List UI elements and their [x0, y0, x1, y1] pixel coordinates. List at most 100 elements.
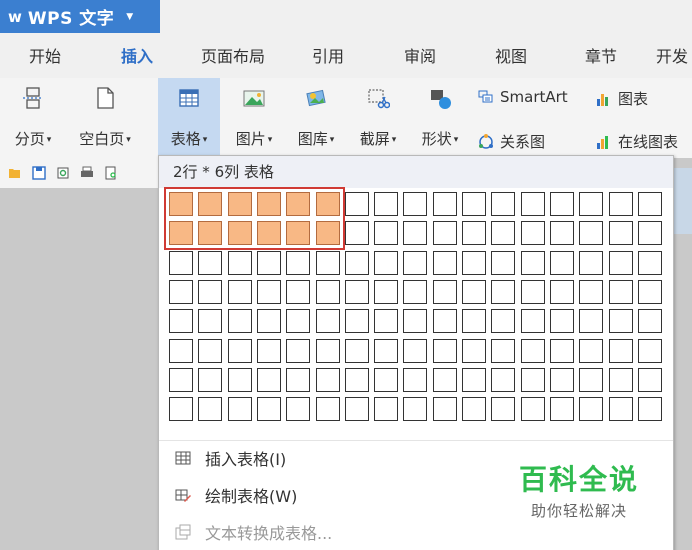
table-grid-cell[interactable]: [608, 279, 633, 304]
preview-icon[interactable]: [104, 166, 118, 180]
table-grid-cell[interactable]: [315, 397, 340, 422]
table-grid-cell[interactable]: [374, 397, 399, 422]
table-grid-cell[interactable]: [227, 338, 252, 363]
table-grid-cell[interactable]: [403, 221, 428, 246]
table-grid-cell[interactable]: [462, 397, 486, 422]
table-grid-cell[interactable]: [637, 279, 662, 304]
insert-table-command[interactable]: 插入表格(I): [175, 446, 286, 470]
table-grid-cell[interactable]: [403, 250, 428, 275]
table-grid-cell[interactable]: [549, 397, 574, 422]
table-grid-cell[interactable]: [256, 397, 281, 422]
table-grid-cell[interactable]: [549, 250, 574, 275]
table-grid-cell[interactable]: [374, 221, 399, 246]
table-grid-cell[interactable]: [344, 192, 369, 216]
table-grid-cell[interactable]: [579, 192, 604, 216]
table-grid-cell[interactable]: [462, 221, 486, 246]
table-grid-cell[interactable]: [549, 192, 574, 216]
table-grid-cell[interactable]: [520, 338, 545, 363]
smartart-button[interactable]: SmartArt: [478, 88, 568, 106]
table-grid-cell[interactable]: [608, 309, 633, 334]
save-icon[interactable]: [32, 166, 46, 180]
table-grid-cell[interactable]: [549, 221, 574, 246]
table-grid-cell[interactable]: [315, 309, 340, 334]
table-grid-cell[interactable]: [579, 338, 604, 363]
table-grid-cell[interactable]: [520, 397, 545, 422]
table-grid-cell[interactable]: [491, 192, 516, 216]
tab-insert[interactable]: 插入: [114, 36, 160, 78]
table-grid-cell[interactable]: [198, 250, 223, 275]
table-grid-cell[interactable]: [198, 309, 223, 334]
table-grid-cell[interactable]: [608, 338, 633, 363]
table-grid-cell[interactable]: [315, 250, 340, 275]
table-grid-cell[interactable]: [169, 338, 193, 363]
table-grid-cell[interactable]: [227, 279, 252, 304]
table-grid-cell[interactable]: [579, 250, 604, 275]
table-grid-cell[interactable]: [579, 309, 604, 334]
text-to-table-command[interactable]: 文本转换成表格...: [175, 520, 332, 544]
wps-app-menu-button[interactable]: ᴡ WPS 文字 ▼: [0, 0, 160, 33]
table-grid-cell[interactable]: [286, 367, 311, 392]
table-grid-cell[interactable]: [374, 250, 399, 275]
relation-chart-button[interactable]: 关系图: [478, 131, 545, 152]
table-grid-cell[interactable]: [374, 309, 399, 334]
table-grid-cell[interactable]: [344, 250, 369, 275]
table-grid-cell[interactable]: [198, 397, 223, 422]
table-grid-cell[interactable]: [432, 367, 457, 392]
table-grid-cell[interactable]: [227, 367, 252, 392]
online-chart-button[interactable]: 在线图表: [596, 131, 678, 152]
table-grid-cell[interactable]: [344, 397, 369, 422]
table-grid-cell[interactable]: [462, 338, 486, 363]
table-grid-cell[interactable]: [520, 279, 545, 304]
table-grid-cell[interactable]: [608, 192, 633, 216]
table-grid-cell[interactable]: [227, 309, 252, 334]
table-grid-cell[interactable]: [608, 250, 633, 275]
table-grid-cell[interactable]: [344, 367, 369, 392]
table-grid-cell[interactable]: [403, 279, 428, 304]
table-grid-cell[interactable]: [637, 367, 662, 392]
table-grid-cell[interactable]: [579, 221, 604, 246]
gallery-button[interactable]: 图库 ▾: [286, 78, 346, 158]
table-grid-cell[interactable]: [491, 221, 516, 246]
table-grid-cell[interactable]: [169, 397, 193, 422]
table-grid-cell[interactable]: [432, 192, 457, 216]
table-grid-cell[interactable]: [549, 367, 574, 392]
draw-table-command[interactable]: 绘制表格(W): [175, 483, 297, 507]
table-grid-cell[interactable]: [403, 192, 428, 216]
table-grid-cell[interactable]: [520, 367, 545, 392]
table-grid-cell[interactable]: [286, 338, 311, 363]
print-preview-icon[interactable]: [56, 166, 70, 180]
table-grid-cell[interactable]: [637, 221, 662, 246]
table-grid-cell[interactable]: [344, 279, 369, 304]
table-grid-cell[interactable]: [491, 279, 516, 304]
tab-review[interactable]: 审阅: [397, 36, 443, 78]
table-grid-cell[interactable]: [608, 397, 633, 422]
table-grid-cell[interactable]: [227, 397, 252, 422]
table-grid-cell[interactable]: [637, 397, 662, 422]
table-grid-cell[interactable]: [286, 279, 311, 304]
tab-developer[interactable]: 开发: [656, 36, 692, 78]
table-grid-cell[interactable]: [198, 338, 223, 363]
table-grid-cell[interactable]: [520, 250, 545, 275]
table-button[interactable]: 表格 ▾: [158, 78, 220, 158]
table-grid-cell[interactable]: [462, 192, 486, 216]
table-grid-cell[interactable]: [637, 338, 662, 363]
table-grid-cell[interactable]: [286, 309, 311, 334]
table-grid-cell[interactable]: [403, 338, 428, 363]
table-grid-cell[interactable]: [608, 221, 633, 246]
table-grid-cell[interactable]: [491, 250, 516, 275]
table-grid-cell[interactable]: [579, 397, 604, 422]
shapes-button[interactable]: 形状 ▾: [410, 78, 470, 158]
table-grid-cell[interactable]: [491, 338, 516, 363]
table-grid-cell[interactable]: [169, 250, 193, 275]
blank-page-button[interactable]: 空白页 ▾: [68, 78, 142, 158]
page-break-button[interactable]: 分页 ▾: [4, 78, 62, 158]
print-icon[interactable]: [80, 166, 94, 180]
table-grid-cell[interactable]: [462, 367, 486, 392]
table-grid-cell[interactable]: [462, 309, 486, 334]
table-grid-cell[interactable]: [227, 250, 252, 275]
table-grid-cell[interactable]: [256, 279, 281, 304]
table-grid-cell[interactable]: [549, 338, 574, 363]
table-grid-cell[interactable]: [403, 309, 428, 334]
chart-button[interactable]: 图表: [596, 88, 648, 109]
table-grid-cell[interactable]: [579, 367, 604, 392]
